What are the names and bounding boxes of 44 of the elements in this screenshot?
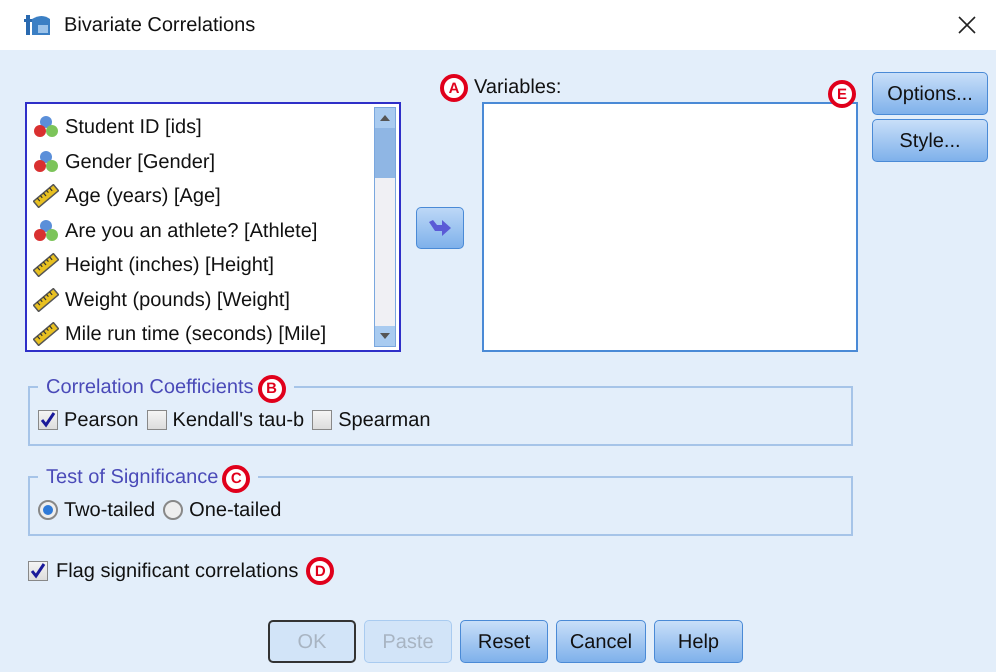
checkbox-label: Kendall's tau-b <box>172 408 304 432</box>
dialog-button[interactable]: Style... <box>872 119 988 162</box>
annotation-marker: B <box>258 374 286 402</box>
checkbox[interactable] <box>28 561 48 581</box>
checkbox[interactable] <box>312 410 332 430</box>
list-item[interactable]: Height (inches) [Height] <box>65 250 274 280</box>
variables-label: Variables: <box>474 75 562 100</box>
list-item[interactable]: Age (years) [Age] <box>65 181 221 212</box>
annotation-marker: C <box>222 464 250 492</box>
group-title: Test of Significance <box>46 465 218 490</box>
checkbox[interactable] <box>146 410 166 430</box>
scroll-up-icon[interactable] <box>375 108 395 128</box>
annotation-marker: E <box>828 80 856 108</box>
annotation-marker: A <box>440 74 468 102</box>
list-item[interactable]: Gender [Gender] <box>65 146 216 177</box>
checkbox-label: Pearson <box>64 408 138 432</box>
close-icon <box>957 15 977 35</box>
dialog-button[interactable]: Help <box>654 620 743 663</box>
radio-button[interactable] <box>38 500 58 520</box>
scrollbar[interactable] <box>374 107 396 347</box>
move-button[interactable] <box>416 207 464 249</box>
three-balls-icon <box>33 115 59 140</box>
radio-label: One-tailed <box>189 498 282 522</box>
list-item[interactable]: Are you an athlete? [Athlete] <box>65 216 318 246</box>
dialog-button[interactable]: Cancel <box>556 620 646 663</box>
checkbox-label: Spearman <box>338 408 430 432</box>
three-balls-icon <box>33 150 59 174</box>
three-balls-icon <box>33 218 59 243</box>
checkbox-label: Flag significant correlations <box>56 559 298 584</box>
scroll-down-icon[interactable] <box>375 326 395 346</box>
scroll-thumb[interactable] <box>375 128 395 178</box>
group-title: Correlation Coefficients <box>46 375 254 400</box>
radio-button[interactable] <box>163 500 184 520</box>
list-item[interactable]: Student ID [ids] <box>65 112 202 142</box>
app-icon <box>24 13 52 37</box>
arrow-icon <box>429 219 451 237</box>
checkbox[interactable] <box>38 410 58 430</box>
dialog-button[interactable]: Options... <box>872 72 988 115</box>
list-item[interactable]: Mile run time (seconds) [Mile] <box>65 319 326 350</box>
annotation-marker: D <box>306 557 334 585</box>
list-item[interactable]: Weight (pounds) [Weight] <box>65 284 290 315</box>
dialog-button[interactable]: Reset <box>460 620 548 663</box>
window-title: Bivariate Correlations <box>64 13 256 38</box>
radio-label: Two-tailed <box>64 498 156 522</box>
